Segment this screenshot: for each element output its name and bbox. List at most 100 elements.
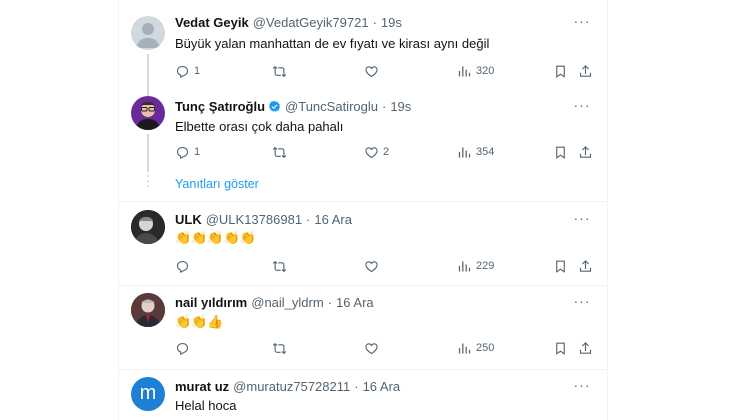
tweet-header: ULK @ULK13786981 · 16 Ara bbox=[175, 212, 352, 227]
separator: · bbox=[354, 379, 359, 394]
avatar-ulk[interactable] bbox=[131, 210, 165, 244]
more-icon[interactable]: ··· bbox=[573, 211, 591, 231]
avatar-default[interactable] bbox=[131, 16, 165, 50]
reply-icon bbox=[175, 145, 190, 160]
profile-photo-icon bbox=[131, 293, 165, 327]
views-button[interactable]: 250 bbox=[457, 339, 494, 357]
display-name[interactable]: Tunç Şatıroğlu bbox=[175, 99, 265, 114]
bookmark-button[interactable] bbox=[553, 143, 568, 161]
view-count: 250 bbox=[476, 342, 495, 354]
view-count: 354 bbox=[476, 146, 495, 158]
default-avatar-icon bbox=[136, 23, 160, 48]
bookmark-button[interactable] bbox=[553, 339, 568, 357]
share-icon bbox=[578, 259, 593, 274]
reply-icon bbox=[175, 64, 190, 79]
user-handle[interactable]: @ULK13786981 bbox=[206, 212, 302, 227]
timestamp[interactable]: 16 Ara bbox=[314, 212, 352, 227]
verified-badge-icon bbox=[268, 100, 281, 112]
more-replies-dots bbox=[147, 175, 149, 190]
heart-icon bbox=[364, 64, 379, 79]
like-button[interactable]: 2 bbox=[364, 143, 389, 161]
timestamp[interactable]: 19s bbox=[390, 99, 411, 114]
reply-button[interactable] bbox=[175, 339, 190, 357]
share-button[interactable] bbox=[578, 62, 593, 80]
bookmark-icon bbox=[553, 64, 568, 79]
avatar-tunc[interactable] bbox=[131, 96, 165, 130]
tweet-text: Helal hoca bbox=[175, 398, 237, 413]
bookmark-button[interactable] bbox=[553, 62, 568, 80]
reply-button[interactable]: 1 bbox=[175, 143, 200, 161]
like-button[interactable] bbox=[364, 339, 379, 357]
share-icon bbox=[578, 145, 593, 160]
replies-column: Vedat Geyik @VedatGeyik79721 · 19s ··· B… bbox=[118, 0, 608, 420]
bookmark-icon bbox=[553, 341, 568, 356]
bookmark-button[interactable] bbox=[553, 257, 568, 275]
retweet-button[interactable] bbox=[272, 143, 287, 161]
tweet-nail[interactable]: nail yıldırım @nail_yldrm · 16 Ara ··· 👏… bbox=[119, 286, 607, 370]
tweet-header: murat uz @muratuz75728211 · 16 Ara bbox=[175, 379, 400, 394]
reply-icon bbox=[175, 341, 190, 356]
heart-icon bbox=[364, 145, 379, 160]
tweet-text: 👏👏👍 bbox=[175, 314, 224, 329]
more-icon[interactable]: ··· bbox=[573, 98, 591, 118]
like-button[interactable] bbox=[364, 257, 379, 275]
retweet-button[interactable] bbox=[272, 339, 287, 357]
user-handle[interactable]: @nail_yldrm bbox=[251, 295, 323, 310]
action-bar: 229 bbox=[175, 257, 595, 275]
more-icon[interactable]: ··· bbox=[573, 294, 591, 314]
views-icon bbox=[457, 145, 472, 160]
tweet-header: Vedat Geyik @VedatGeyik79721 · 19s bbox=[175, 15, 402, 30]
tweet-text: Elbette orası çok daha pahalı bbox=[175, 119, 344, 134]
tweet-header: nail yıldırım @nail_yldrm · 16 Ara bbox=[175, 295, 374, 310]
separator: · bbox=[327, 295, 333, 310]
show-replies-link[interactable]: Yanıtları göster bbox=[175, 177, 259, 191]
tweet-ulk[interactable]: ULK @ULK13786981 · 16 Ara ··· 👏👏👏👏👏 229 bbox=[119, 202, 607, 286]
reply-button[interactable] bbox=[175, 257, 190, 275]
views-icon bbox=[457, 259, 472, 274]
timestamp[interactable]: 16 Ara bbox=[336, 295, 374, 310]
views-button[interactable]: 320 bbox=[457, 62, 494, 80]
retweet-button[interactable] bbox=[272, 257, 287, 275]
tweet-murat[interactable]: m murat uz @muratuz75728211 · 16 Ara ···… bbox=[119, 370, 607, 420]
profile-photo-icon bbox=[131, 210, 165, 244]
views-icon bbox=[457, 341, 472, 356]
views-icon bbox=[457, 64, 472, 79]
reply-count: 1 bbox=[194, 65, 201, 77]
separator: · bbox=[306, 212, 311, 227]
like-button[interactable] bbox=[364, 62, 383, 80]
avatar-letter: m bbox=[139, 382, 157, 404]
avatar-nail[interactable] bbox=[131, 293, 165, 327]
timestamp[interactable]: 19s bbox=[381, 15, 402, 30]
tweet-tunc[interactable]: Tunç Şatıroğlu @TuncSatiroglu · 19s ··· … bbox=[119, 90, 607, 202]
avatar-murat[interactable]: m bbox=[131, 377, 165, 411]
timestamp[interactable]: 16 Ara bbox=[363, 379, 401, 394]
display-name[interactable]: Vedat Geyik bbox=[175, 15, 249, 30]
more-icon[interactable]: ··· bbox=[573, 14, 591, 34]
more-icon[interactable]: ··· bbox=[573, 378, 591, 398]
retweet-icon bbox=[272, 145, 287, 160]
share-button[interactable] bbox=[578, 339, 593, 357]
user-handle[interactable]: @VedatGeyik79721 bbox=[253, 15, 369, 30]
bookmark-icon bbox=[553, 145, 568, 160]
views-button[interactable]: 354 bbox=[457, 143, 494, 161]
bookmark-icon bbox=[553, 259, 568, 274]
user-handle[interactable]: @TuncSatiroglu bbox=[285, 99, 378, 114]
share-button[interactable] bbox=[578, 257, 593, 275]
action-bar: 1 2 354 bbox=[175, 143, 595, 161]
heart-icon bbox=[364, 341, 379, 356]
display-name[interactable]: ULK bbox=[175, 212, 202, 227]
reply-button[interactable]: 1 bbox=[175, 62, 200, 80]
retweet-button[interactable] bbox=[272, 62, 287, 80]
display-name[interactable]: nail yıldırım bbox=[175, 295, 247, 310]
share-button[interactable] bbox=[578, 143, 593, 161]
retweet-icon bbox=[272, 64, 287, 79]
separator: · bbox=[372, 15, 377, 30]
share-icon bbox=[578, 341, 593, 356]
profile-photo-icon bbox=[135, 102, 161, 130]
tweet-header: Tunç Şatıroğlu @TuncSatiroglu · 19s bbox=[175, 99, 411, 114]
display-name[interactable]: murat uz bbox=[175, 379, 229, 394]
like-count: 2 bbox=[383, 146, 390, 158]
tweet-vedat[interactable]: Vedat Geyik @VedatGeyik79721 · 19s ··· B… bbox=[119, 0, 607, 98]
views-button[interactable]: 229 bbox=[457, 257, 494, 275]
user-handle[interactable]: @muratuz75728211 bbox=[233, 379, 350, 394]
